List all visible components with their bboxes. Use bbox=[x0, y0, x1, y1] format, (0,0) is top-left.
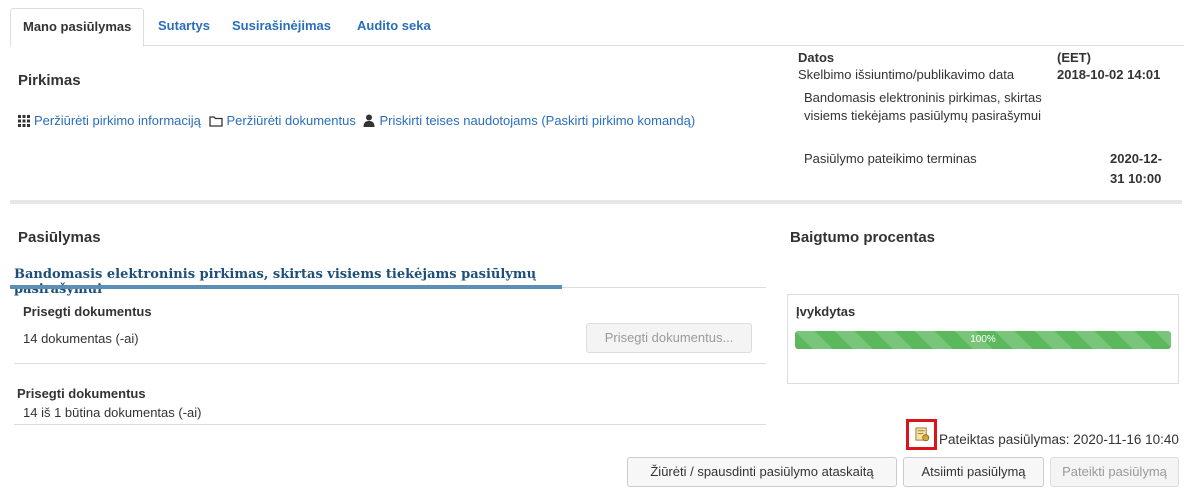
offer-procurement-name: Bandomasis elektroninis pirkimas, skirta… bbox=[14, 267, 537, 297]
view-documents-link[interactable]: Peržiūrėti dokumentus bbox=[227, 113, 356, 128]
procurement-name-line1: Bandomasis elektroninis pirkimas, skirta… bbox=[804, 90, 1042, 105]
purchase-title: Pirkimas bbox=[18, 72, 81, 89]
section-divider bbox=[10, 200, 1182, 204]
tab-my-offer[interactable]: Mano pasiūlymas bbox=[10, 8, 145, 47]
publish-date-label: Skelbimo išsiuntimo/publikavimo data bbox=[798, 67, 1015, 82]
attach-documents-button[interactable]: Prisegti dokumentus... bbox=[586, 323, 752, 353]
offer-title: Pasiūlymas bbox=[18, 229, 101, 246]
procurement-name-underline bbox=[10, 285, 562, 289]
purchase-links: Peržiūrėti pirkimo informaciją Peržiūrėt… bbox=[18, 110, 758, 133]
user-icon bbox=[363, 112, 375, 133]
completion-status-label: Įvykdytas bbox=[796, 304, 856, 319]
attach-panel-divider bbox=[14, 363, 766, 364]
deadline-value-line2: 31 10:00 bbox=[1110, 171, 1162, 186]
required-documents-label: Prisegti dokumentus bbox=[17, 386, 146, 401]
procurement-name-line2: visiems tiekėjams pasiūlymų pasirašymui bbox=[804, 108, 1041, 123]
submitted-icon-highlight[interactable] bbox=[906, 419, 937, 450]
required-panel-divider bbox=[14, 424, 766, 425]
tab-bar: Mano pasiūlymas Sutartys Susirašinėjimas… bbox=[10, 8, 1184, 47]
tab-correspondence[interactable]: Susirašinėjimas bbox=[232, 8, 331, 46]
attached-documents-count: 14 dokumentas (-ai) bbox=[23, 331, 139, 346]
publish-date-value: 2018-10-02 14:01 bbox=[1057, 67, 1161, 82]
submitted-timestamp: Pateiktas pasiūlymas: 2020-11-16 10:40 bbox=[939, 432, 1179, 447]
tab-audit-trail[interactable]: Audito seka bbox=[357, 8, 431, 46]
grid-icon bbox=[18, 112, 30, 133]
deadline-label: Pasiūlymo pateikimo terminas bbox=[804, 151, 977, 166]
completion-progress-text: 100% bbox=[970, 334, 996, 345]
attach-documents-label: Prisegti dokumentus bbox=[23, 304, 152, 319]
document-stamp-icon bbox=[915, 427, 930, 442]
timezone-label: (EET) bbox=[1057, 50, 1091, 65]
view-print-report-button[interactable]: Žiūrėti / spausdinti pasiūlymo ataskaitą bbox=[627, 457, 897, 487]
procurement-name-rule bbox=[562, 287, 766, 288]
submit-offer-button[interactable]: Pateikti pasiūlymą bbox=[1050, 457, 1179, 487]
completion-title: Baigtumo procentas bbox=[790, 229, 936, 246]
view-purchase-info-link[interactable]: Peržiūrėti pirkimo informaciją bbox=[34, 113, 201, 128]
assign-rights-link[interactable]: Priskirti teises naudotojams (Paskirti p… bbox=[379, 113, 695, 128]
deadline-value-line1: 2020-12- bbox=[1110, 151, 1163, 166]
required-documents-count: 14 iš 1 būtina dokumentas (-ai) bbox=[23, 405, 202, 420]
dates-header: Datos bbox=[798, 50, 835, 65]
folder-icon bbox=[208, 112, 223, 133]
tab-contracts[interactable]: Sutartys bbox=[158, 8, 210, 46]
withdraw-offer-button[interactable]: Atsiimti pasiūlymą bbox=[903, 457, 1044, 487]
